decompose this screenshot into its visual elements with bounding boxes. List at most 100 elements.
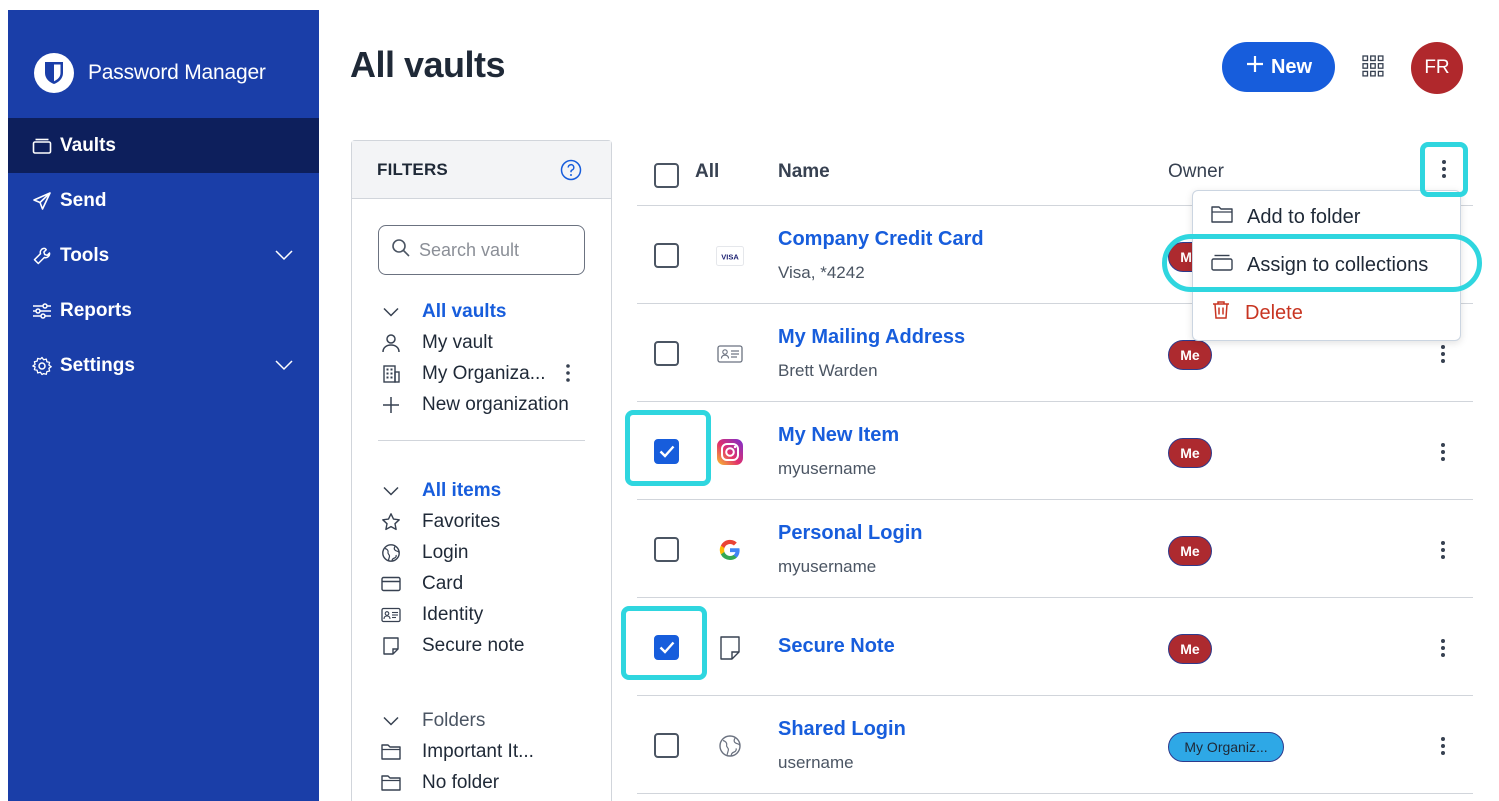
item-subtitle: Visa, *4242 xyxy=(778,263,865,282)
sidebar-item-vaults[interactable]: Vaults xyxy=(8,118,319,173)
filters-panel: FILTERS All vaults My vault My Organiza.… xyxy=(351,140,612,801)
item-name-link[interactable]: My New Item xyxy=(778,424,899,447)
row-options-icon[interactable] xyxy=(1436,732,1450,760)
menu-item-delete[interactable]: Delete xyxy=(1211,300,1303,326)
filter-label: Important It... xyxy=(422,740,534,762)
item-name-link[interactable]: Company Credit Card xyxy=(778,228,984,251)
filter-folder-important[interactable]: Important It... xyxy=(380,736,610,767)
vault-icon xyxy=(32,136,52,156)
owner-badge: Me xyxy=(1168,438,1212,468)
search-vault-field[interactable] xyxy=(378,225,585,275)
table-row[interactable]: My New Item myusername Me xyxy=(637,402,1473,500)
sidebar-item-label: Tools xyxy=(60,244,110,266)
folder-icon xyxy=(380,772,402,794)
owner-badge: Me xyxy=(1168,634,1212,664)
plus-icon xyxy=(380,394,402,416)
sidebar-nav: Vaults Send Tools Reports Settings xyxy=(8,118,319,393)
filter-my-organization[interactable]: My Organiza... xyxy=(380,358,610,389)
filter-login[interactable]: Login xyxy=(380,537,610,568)
org-options-icon[interactable] xyxy=(565,363,571,389)
filter-label: Folders xyxy=(422,709,486,731)
menu-item-label: Add to folder xyxy=(1247,205,1361,228)
filter-divider xyxy=(378,440,585,441)
sliders-icon xyxy=(32,301,52,321)
filter-card[interactable]: Card xyxy=(380,568,610,599)
chevron-down-icon[interactable] xyxy=(380,480,402,502)
page-title: All vaults xyxy=(350,44,506,85)
id-card-icon xyxy=(380,604,402,626)
filter-my-vault[interactable]: My vault xyxy=(380,327,610,358)
apps-grid-icon[interactable] xyxy=(1362,55,1384,77)
filter-label: Favorites xyxy=(422,510,501,532)
filter-new-organization[interactable]: New organization xyxy=(380,389,610,420)
column-owner[interactable]: Owner xyxy=(1168,161,1224,183)
row-options-icon[interactable] xyxy=(1436,634,1450,662)
filter-all-vaults[interactable]: All vaults xyxy=(380,296,610,327)
select-all-checkbox[interactable] xyxy=(654,163,679,188)
column-all: All xyxy=(695,161,720,182)
row-options-icon[interactable] xyxy=(1436,340,1450,368)
column-name[interactable]: Name xyxy=(778,161,830,183)
star-icon xyxy=(380,511,402,533)
sidebar-item-reports[interactable]: Reports xyxy=(8,283,319,338)
item-subtitle: myusername xyxy=(778,459,877,478)
filter-label: All vaults xyxy=(422,300,507,322)
chevron-down-icon[interactable] xyxy=(275,245,293,267)
filter-label: New organization xyxy=(422,393,569,415)
filter-label: My vault xyxy=(422,331,493,353)
item-subtitle: myusername xyxy=(778,557,877,576)
brand[interactable]: Password Manager xyxy=(34,53,266,93)
chevron-down-icon[interactable] xyxy=(275,355,293,377)
help-icon[interactable] xyxy=(560,159,582,186)
building-icon xyxy=(380,363,402,385)
filter-folder-none[interactable]: No folder xyxy=(380,767,610,798)
table-row[interactable]: Shared Login username My Organiz... xyxy=(637,696,1473,794)
filter-favorites[interactable]: Favorites xyxy=(380,506,610,537)
row-checkbox[interactable] xyxy=(654,537,679,562)
item-name-link[interactable]: Secure Note xyxy=(778,635,895,658)
avatar[interactable]: FR xyxy=(1411,42,1463,94)
new-button[interactable]: New xyxy=(1222,42,1335,92)
person-icon xyxy=(380,332,402,354)
chevron-down-icon[interactable] xyxy=(380,710,402,732)
search-vault-input[interactable] xyxy=(419,239,569,261)
new-button-label: New xyxy=(1270,55,1313,78)
trash-icon xyxy=(1211,300,1231,326)
menu-item-add-to-folder[interactable]: Add to folder xyxy=(1211,205,1360,229)
filter-folders[interactable]: Folders xyxy=(380,705,610,736)
owner-badge: Me xyxy=(1168,340,1212,370)
google-icon xyxy=(715,536,745,564)
sidebar-item-tools[interactable]: Tools xyxy=(8,228,319,283)
filter-label: My Organiza... xyxy=(422,362,546,384)
id-card-icon xyxy=(715,340,745,368)
table-row[interactable]: Personal Login myusername Me xyxy=(637,500,1473,598)
filter-secure-note[interactable]: Secure note xyxy=(380,630,610,661)
item-name-link[interactable]: My Mailing Address xyxy=(778,326,965,349)
chevron-down-icon[interactable] xyxy=(380,301,402,323)
sidebar-item-settings[interactable]: Settings xyxy=(8,338,319,393)
menu-item-label: Delete xyxy=(1245,301,1303,324)
row-checkbox[interactable] xyxy=(654,341,679,366)
sidebar-item-send[interactable]: Send xyxy=(8,173,319,228)
row-checkbox[interactable] xyxy=(654,243,679,268)
row-options-icon[interactable] xyxy=(1436,536,1450,564)
sidebar: Password Manager Vaults Send Tools Repor… xyxy=(8,10,319,801)
instagram-icon xyxy=(715,438,745,466)
filter-identity[interactable]: Identity xyxy=(380,599,610,630)
item-name-link[interactable]: Personal Login xyxy=(778,522,922,545)
note-icon xyxy=(380,635,402,657)
filter-all-items[interactable]: All items xyxy=(380,475,610,506)
row-checkbox[interactable] xyxy=(654,733,679,758)
search-icon xyxy=(391,238,411,263)
vault-filter-list: All vaults My vault My Organiza... New o… xyxy=(380,296,610,420)
row-options-icon[interactable] xyxy=(1436,438,1450,466)
brand-name: Password Manager xyxy=(88,61,266,84)
globe-icon xyxy=(715,732,745,760)
filter-label: Secure note xyxy=(422,634,525,656)
item-subtitle: username xyxy=(778,753,854,772)
visa-icon: VISA xyxy=(715,242,745,270)
item-name-link[interactable]: Shared Login xyxy=(778,718,906,741)
card-icon xyxy=(380,573,402,595)
table-row[interactable]: Secure Note Me xyxy=(637,598,1473,696)
filter-label: All items xyxy=(422,479,502,501)
